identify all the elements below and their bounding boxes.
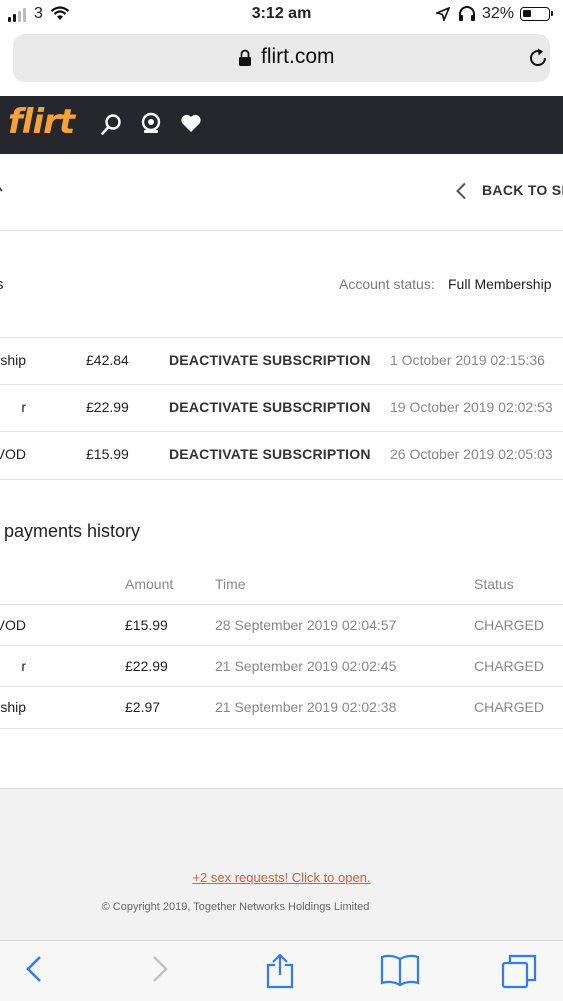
- subscription-row: r £22.99 DEACTIVATE SUBSCRIPTION 19 Octo…: [0, 384, 563, 431]
- subscription-date: 19 October 2019 02:02:53: [390, 399, 553, 415]
- deactivate-subscription-button[interactable]: DEACTIVATE SUBSCRIPTION: [169, 399, 371, 415]
- chevron-down-icon[interactable]: [0, 181, 6, 197]
- subscription-amount: £22.99: [86, 399, 129, 415]
- subscription-date: 1 October 2019 02:15:36: [390, 352, 545, 368]
- chevron-left-icon[interactable]: [455, 182, 467, 200]
- headphones-icon: [459, 6, 475, 21]
- subscription-name: ss to VOD: [0, 446, 26, 462]
- reload-icon[interactable]: [527, 47, 549, 69]
- payment-amount: £2.97: [125, 699, 161, 715]
- search-icon[interactable]: [100, 114, 122, 136]
- payment-amount: £15.99: [125, 617, 168, 633]
- table-row: r £22.99 21 September 2019 02:02:45 CHAR…: [0, 645, 563, 687]
- payment-name: ship: [0, 699, 26, 715]
- payment-status: CHARGED: [474, 699, 545, 715]
- subscription-name: bership: [0, 352, 26, 368]
- battery-icon: [520, 7, 553, 21]
- subscriptions-section: s Account status: Full Membership bershi…: [0, 231, 563, 480]
- column-header-amount: Amount: [125, 576, 174, 592]
- payments-history-section: payments history Amount Time Status ss t…: [0, 480, 563, 789]
- battery-percent: 32%: [482, 5, 515, 22]
- payment-time: 21 September 2019 02:02:45: [215, 658, 397, 674]
- subscription-row: ss to VOD £15.99 DEACTIVATE SUBSCRIPTION…: [0, 431, 563, 478]
- table-row: ship £2.97 21 September 2019 02:02:38 CH…: [0, 686, 563, 729]
- payment-name: r: [21, 658, 26, 674]
- subscription-row: bership £42.84 DEACTIVATE SUBSCRIPTION 1…: [0, 337, 563, 384]
- deactivate-subscription-button[interactable]: DEACTIVATE SUBSCRIPTION: [169, 352, 371, 368]
- subscriptions-title: s: [0, 276, 4, 293]
- payment-status: CHARGED: [474, 617, 545, 633]
- browser-toolbar: [0, 940, 563, 1001]
- sex-requests-promo-link[interactable]: +2 sex requests! Click to open.: [0, 870, 563, 885]
- column-header-time: Time: [215, 576, 246, 592]
- payments-table-header: Amount Time Status: [0, 570, 563, 604]
- site-header: flirt: [0, 96, 563, 154]
- tabs-icon[interactable]: [500, 953, 538, 989]
- address-bar[interactable]: flirt.com: [13, 34, 550, 82]
- status-bar: 3 3:12 am 32%: [0, 0, 563, 30]
- subscription-amount: £15.99: [86, 446, 129, 462]
- subscription-amount: £42.84: [86, 352, 129, 368]
- column-header-status: Status: [474, 576, 514, 592]
- browser-top-bar: flirt.com: [0, 30, 563, 96]
- status-time: 3:12 am: [251, 5, 312, 22]
- subscription-name: r: [21, 399, 26, 415]
- payment-amount: £22.99: [125, 658, 168, 674]
- copyright-text: © Copyright 2019, Together Networks Hold…: [101, 901, 370, 913]
- heart-icon[interactable]: [180, 113, 202, 133]
- payment-time: 21 September 2019 02:02:38: [215, 699, 397, 715]
- table-row: ss to VOD £15.99 28 September 2019 02:04…: [0, 604, 563, 646]
- payment-status: CHARGED: [474, 658, 545, 674]
- book-icon[interactable]: [380, 953, 420, 987]
- back-icon[interactable]: [24, 953, 44, 985]
- back-to-search-link[interactable]: BACK TO SEA: [482, 182, 563, 198]
- webcam-icon[interactable]: [140, 112, 162, 134]
- forward-icon[interactable]: [150, 953, 170, 985]
- lock-icon: [239, 49, 251, 66]
- account-status-label: Account status:: [339, 276, 435, 292]
- payments-history-title: payments history: [4, 521, 141, 541]
- account-status-value: Full Membership: [448, 276, 552, 292]
- payment-name: ss to VOD: [0, 617, 26, 633]
- site-logo[interactable]: flirt: [8, 102, 75, 142]
- page-nav-strip: BACK TO SEA: [0, 154, 563, 231]
- payment-time: 28 September 2019 02:04:57: [215, 617, 397, 633]
- share-icon[interactable]: [264, 953, 296, 989]
- url-text: flirt.com: [261, 45, 335, 68]
- location-icon: [436, 7, 450, 21]
- subscription-date: 26 October 2019 02:05:03: [390, 446, 553, 462]
- deactivate-subscription-button[interactable]: DEACTIVATE SUBSCRIPTION: [169, 446, 371, 462]
